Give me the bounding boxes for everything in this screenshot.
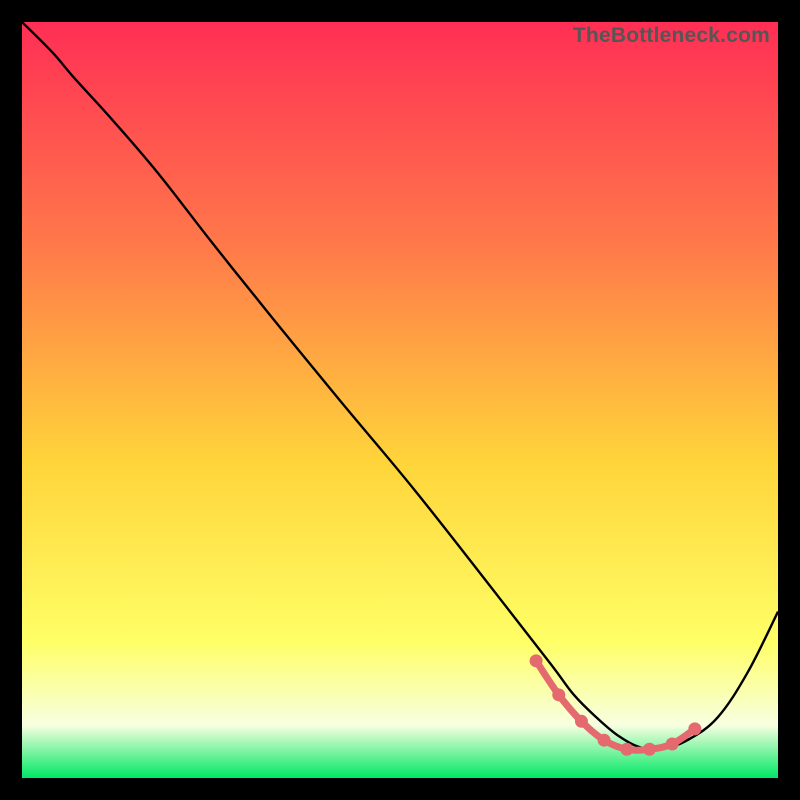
overlay-dot — [620, 743, 633, 756]
gradient-background — [22, 22, 778, 778]
chart-frame: TheBottleneck.com — [0, 0, 800, 800]
overlay-dot — [598, 734, 611, 747]
overlay-dot — [530, 654, 543, 667]
watermark-text: TheBottleneck.com — [573, 24, 770, 48]
overlay-dot — [688, 722, 701, 735]
plot-area: TheBottleneck.com — [22, 22, 778, 778]
overlay-dot — [552, 688, 565, 701]
chart-svg — [22, 22, 778, 778]
overlay-dot — [666, 737, 679, 750]
overlay-dot — [643, 743, 656, 756]
overlay-dot — [575, 715, 588, 728]
